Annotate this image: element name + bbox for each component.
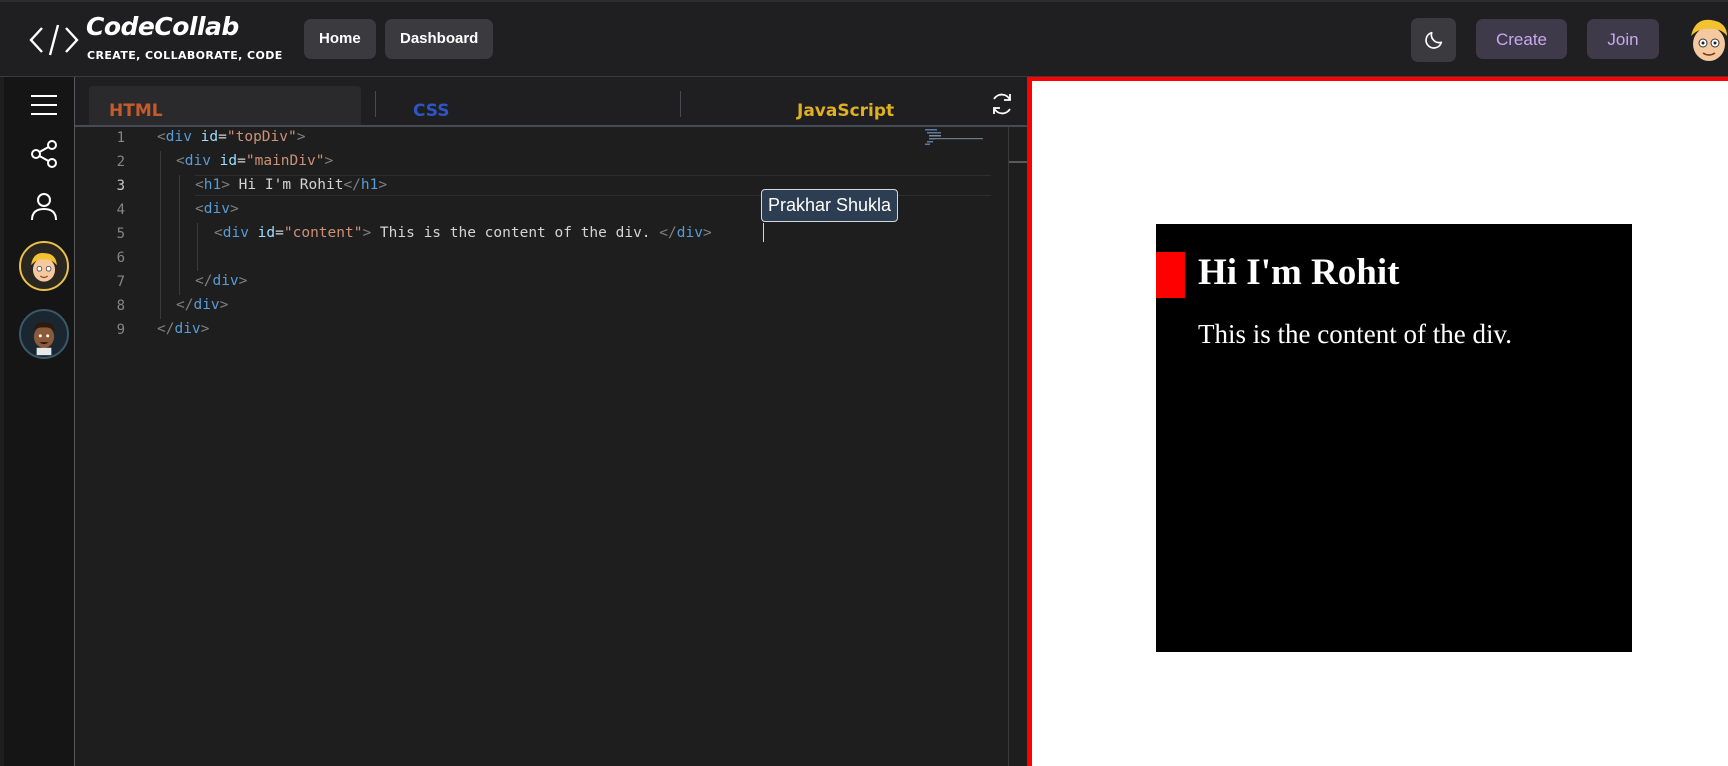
refresh-icon[interactable] <box>989 91 1015 117</box>
tab-html[interactable]: HTML <box>89 86 361 125</box>
vertical-scrollbar[interactable] <box>1008 127 1009 766</box>
minimap[interactable] <box>925 129 985 145</box>
create-button[interactable]: Create <box>1476 19 1567 59</box>
indent-guide <box>160 151 161 319</box>
scrollbar-marker <box>1009 161 1027 163</box>
code-line[interactable]: <div> <box>195 201 239 217</box>
line-number: 1 <box>116 130 125 146</box>
logo-title[interactable]: CodeCollab <box>86 12 239 41</box>
collaborator-cursor <box>763 223 764 242</box>
user-avatar[interactable] <box>1685 16 1728 64</box>
live-preview: Hi I'm Rohit This is the content of the … <box>1027 77 1728 766</box>
join-button[interactable]: Join <box>1587 19 1659 59</box>
line-number: 3 <box>116 178 125 194</box>
left-toolbar <box>4 77 75 766</box>
code-line[interactable]: </div> <box>157 321 209 337</box>
code-brackets-icon <box>29 24 79 56</box>
code-editor[interactable]: HTML CSS JavaScript 1 2 3 4 5 6 7 8 9 <d… <box>75 77 1104 766</box>
code-line[interactable]: <h1> Hi I'm Rohit</h1> <box>195 177 387 193</box>
code-line[interactable]: <div id="content"> This is the content o… <box>214 225 712 241</box>
collaborator-cursor-label: Prakhar Shukla <box>761 189 899 222</box>
code-line[interactable]: </div> <box>195 273 247 289</box>
top-navbar: CodeCollab CREATE, COLLABORATE, CODE Hom… <box>0 0 1728 77</box>
line-number: 4 <box>116 202 125 218</box>
logo-tagline: CREATE, COLLABORATE, CODE <box>87 49 283 62</box>
line-number: 7 <box>116 274 125 290</box>
code-line[interactable]: <div id="topDiv"> <box>157 129 305 145</box>
indent-guide <box>197 223 198 271</box>
tab-divider <box>680 91 681 117</box>
preview-top-div: Hi I'm Rohit This is the content of the … <box>1156 224 1632 652</box>
indent-guide <box>179 175 180 295</box>
tab-css[interactable]: CSS <box>393 86 693 125</box>
menu-icon[interactable] <box>28 89 60 121</box>
dashboard-button[interactable]: Dashboard <box>385 19 494 59</box>
preview-content: This is the content of the div. <box>1198 319 1512 349</box>
moon-icon <box>1424 31 1442 49</box>
collaborator-avatar[interactable] <box>19 241 69 291</box>
tab-javascript[interactable]: JavaScript <box>698 86 998 125</box>
collaborator-avatar[interactable] <box>19 309 69 359</box>
theme-toggle-button[interactable] <box>1411 18 1456 62</box>
code-line[interactable]: </div> <box>176 297 228 313</box>
line-number: 5 <box>116 226 125 242</box>
line-number: 8 <box>116 298 125 314</box>
preview-heading: Hi I'm Rohit <box>1198 252 1400 293</box>
code-line[interactable]: <div id="mainDiv"> <box>176 153 333 169</box>
tab-divider <box>375 91 376 117</box>
share-icon[interactable] <box>28 138 60 170</box>
line-number: 9 <box>116 322 125 338</box>
line-number: 2 <box>116 154 125 170</box>
user-icon[interactable] <box>28 190 60 222</box>
home-button[interactable]: Home <box>304 19 376 59</box>
line-number: 6 <box>116 250 125 266</box>
preview-accent-bar <box>1156 252 1185 298</box>
editor-tabs: HTML CSS JavaScript <box>75 77 1027 127</box>
